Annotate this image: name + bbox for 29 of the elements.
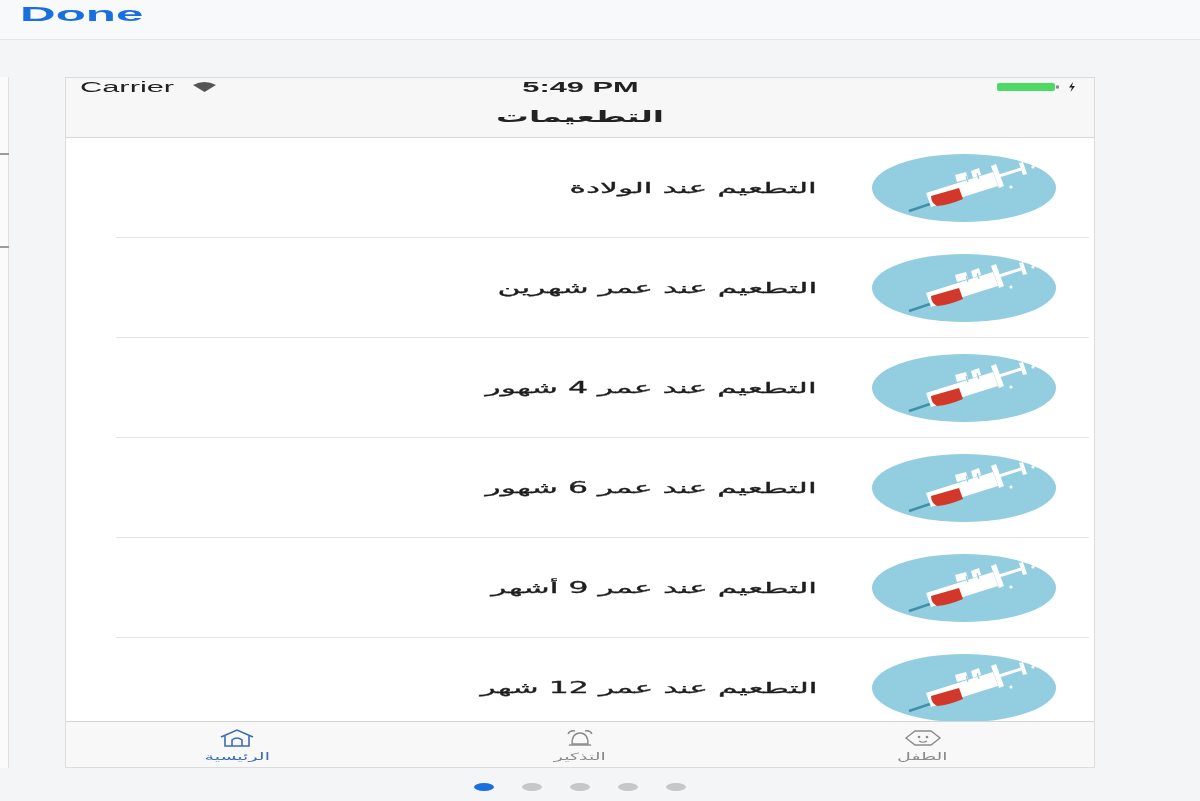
tab-button[interactable]: الرئيسية xyxy=(66,722,409,767)
page-indicator-dot[interactable] xyxy=(666,783,686,791)
page-indicator-dot[interactable] xyxy=(522,783,542,791)
battery-charging-icon xyxy=(997,82,1077,92)
page-indicator-dot[interactable] xyxy=(474,783,494,791)
vaccination-row[interactable]: التطعيم عند عمر 6 شهور xyxy=(66,438,1094,538)
vaccination-row[interactable]: التطعيم عند الولادة xyxy=(66,138,1094,238)
page-indicator-dot[interactable] xyxy=(570,783,590,791)
baby-face-icon xyxy=(902,728,943,748)
syringe-icon xyxy=(871,253,1057,323)
screen-title: التطعيمات xyxy=(495,105,665,128)
syringe-icon xyxy=(871,453,1057,523)
time-label: 5:49 PM xyxy=(521,79,639,95)
vaccination-title: التطعيم عند الولادة xyxy=(569,177,817,199)
done-button[interactable]: Done xyxy=(20,1,144,26)
carrier-label: Carrier xyxy=(80,79,175,95)
vaccination-title: التطعيم عند عمر 9 أشهر xyxy=(491,577,817,599)
vaccination-row[interactable]: التطعيم عند عمر 4 شهور xyxy=(66,338,1094,438)
vaccination-title: التطعيم عند عمر 12 شهر xyxy=(479,677,817,699)
vaccination-title: التطعيم عند عمر 6 شهور xyxy=(485,477,817,499)
page-indicator-dot[interactable] xyxy=(618,783,638,791)
vaccination-row[interactable]: التطعيم عند عمر شهرين xyxy=(66,238,1094,338)
syringe-icon xyxy=(871,553,1057,623)
syringe-icon xyxy=(871,153,1057,223)
syringe-icon xyxy=(871,353,1057,423)
wifi-icon xyxy=(192,82,216,92)
vaccination-row[interactable]: التطعيم عند عمر 9 أشهر xyxy=(66,538,1094,638)
vaccination-title: التطعيم عند عمر شهرين xyxy=(497,277,817,299)
vaccination-title: التطعيم عند عمر 4 شهور xyxy=(485,377,817,399)
